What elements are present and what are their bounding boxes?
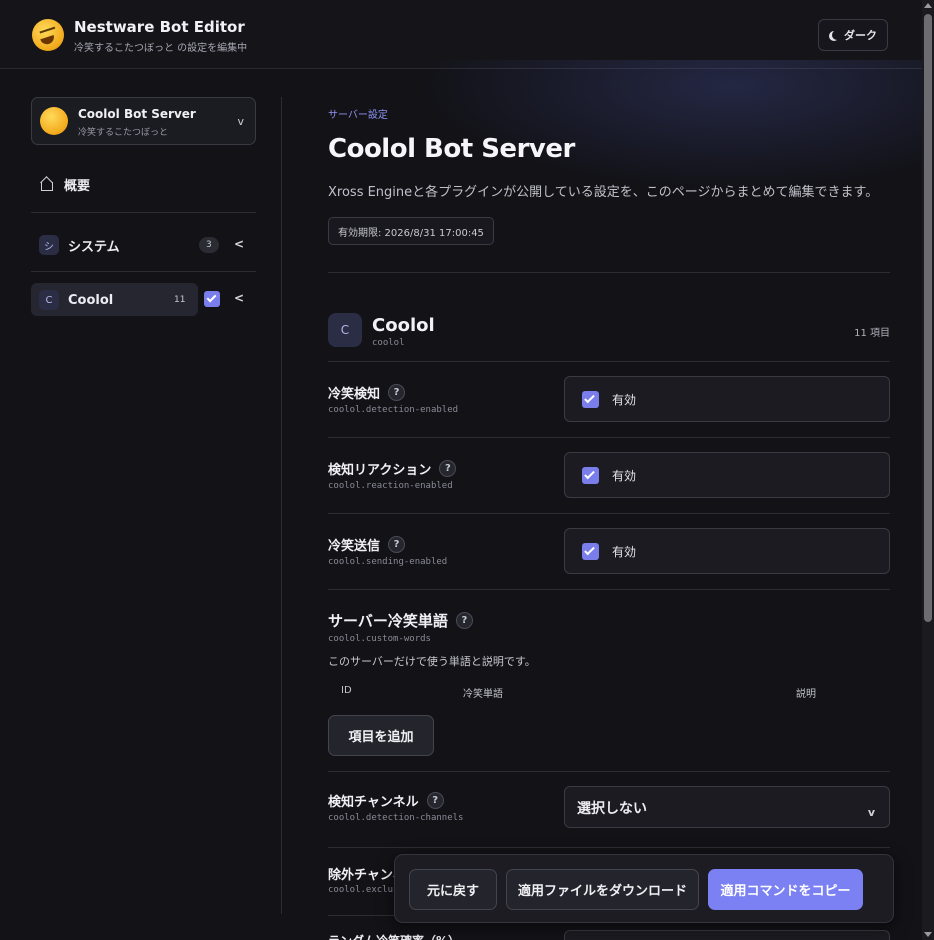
plugin-id: coolol (372, 338, 405, 348)
setting-label-text: 検知チャンネル (328, 795, 419, 810)
setting-key: coolol.detection-enabled (328, 405, 459, 415)
plugin-badge-icon: C (328, 313, 362, 347)
sidebar-divider (31, 212, 256, 213)
page-title: Coolol Bot Server (328, 134, 575, 164)
check-icon (584, 468, 595, 479)
server-name: Coolol Bot Server (78, 107, 196, 121)
checkbox[interactable] (582, 466, 599, 484)
copy-command-button[interactable]: 適用コマンドをコピー (708, 869, 863, 910)
random-probability-input[interactable] (564, 930, 890, 940)
help-icon[interactable]: ? (388, 536, 406, 553)
server-select[interactable]: Coolol Bot Server 冷笑するこたつぼっと v (31, 97, 256, 145)
setting-key: coolol.custom-words (328, 634, 431, 644)
sidebar-item-label: Coolol (68, 292, 114, 308)
plugin-name: Coolol (372, 315, 435, 336)
setting-key: coolol.reaction-enabled (328, 481, 453, 491)
section-divider (328, 272, 890, 273)
help-icon[interactable]: ? (388, 384, 406, 401)
setting-label: 冷笑検知 ? (328, 383, 406, 402)
check-icon (206, 292, 217, 303)
help-icon[interactable]: ? (439, 460, 457, 477)
checkbox-label: 有効 (612, 544, 637, 559)
sidebar-separator (281, 97, 282, 914)
count-badge: 11 (174, 295, 186, 305)
scrollbar-thumb[interactable] (924, 14, 932, 622)
plugin-item-count: 11 項目 (854, 328, 890, 339)
header-glow (420, 60, 934, 190)
setting-divider (328, 513, 890, 514)
checkbox[interactable] (582, 390, 599, 408)
help-icon[interactable]: ? (455, 612, 473, 629)
sidebar-item-label: 概要 (64, 178, 91, 194)
app-title: Nestware Bot Editor (74, 18, 245, 36)
select-value: 選択しない (577, 801, 647, 817)
detection-channels-select[interactable]: 選択しない v (564, 786, 890, 828)
setting-key: coolol.sending-enabled (328, 557, 448, 567)
setting-label-text: 冷笑送信 (328, 539, 381, 554)
column-header-id: ID (341, 685, 352, 696)
detection-enabled-toggle[interactable]: 有効 (564, 376, 890, 422)
expiry-badge: 有効期限: 2026/8/31 17:00:45 (328, 217, 494, 245)
sidebar-item-overview[interactable]: 概要 (40, 173, 90, 195)
moon-icon (832, 30, 842, 40)
page-eyebrow: サーバー設定 (328, 110, 388, 121)
coolol-badge-icon: C (39, 290, 59, 310)
scroll-up-icon[interactable] (924, 3, 932, 8)
setting-divider (328, 361, 890, 362)
action-bar: 元に戻す 適用ファイルをダウンロード 適用コマンドをコピー (394, 854, 894, 923)
scroll-down-icon[interactable] (924, 932, 932, 937)
setting-key: coolol.exclu (328, 885, 394, 895)
setting-label: サーバー冷笑単語 ? (328, 610, 473, 631)
setting-divider (328, 437, 890, 438)
check-icon (584, 544, 595, 555)
theme-toggle-button[interactable]: ダーク (818, 19, 888, 51)
home-icon (40, 178, 54, 191)
setting-divider (328, 847, 890, 848)
plugin-enabled-checkbox[interactable] (204, 291, 220, 307)
setting-label-text: 検知リアクション (328, 463, 432, 478)
setting-label: 検知チャンネル ? (328, 791, 444, 810)
chevron-down-icon: v (237, 115, 244, 128)
top-bar: Nestware Bot Editor 冷笑するこたつぼっと の設定を編集中 ダ… (0, 0, 922, 69)
revert-button[interactable]: 元に戻す (409, 869, 497, 910)
expand-arrow-icon[interactable]: < (234, 291, 244, 305)
sidebar-item-system[interactable]: シ システム (31, 228, 256, 262)
sending-enabled-toggle[interactable]: 有効 (564, 528, 890, 574)
theme-toggle-label: ダーク (844, 29, 877, 42)
chevron-down-icon: v (867, 806, 875, 819)
setting-label-text: サーバー冷笑単語 (328, 612, 448, 630)
download-button[interactable]: 適用ファイルをダウンロード (506, 869, 699, 910)
column-header-word: 冷笑単語 (463, 689, 503, 700)
expand-arrow-icon[interactable]: < (234, 237, 244, 251)
check-icon (584, 392, 595, 403)
page-description: Xross Engineと各プラグインが公開している設定を、このページからまとめ… (328, 185, 879, 200)
sidebar-item-label: システム (68, 239, 120, 255)
setting-label: 冷笑送信 ? (328, 535, 406, 554)
sidebar-divider (31, 271, 256, 272)
setting-description: このサーバーだけで使う単語と説明です。 (328, 655, 536, 668)
checkbox-label: 有効 (612, 468, 637, 483)
system-badge-icon: シ (39, 235, 59, 255)
checkbox[interactable] (582, 542, 599, 560)
help-icon[interactable]: ? (426, 792, 444, 809)
app-subtitle: 冷笑するこたつぼっと の設定を編集中 (74, 43, 248, 54)
reaction-enabled-toggle[interactable]: 有効 (564, 452, 890, 498)
checkbox-label: 有効 (612, 392, 637, 407)
setting-label: ランダム冷笑確率（%） (328, 932, 460, 940)
setting-divider (328, 771, 890, 772)
count-badge: 3 (199, 237, 219, 253)
setting-label-text: ランダム冷笑確率（%） (328, 932, 460, 940)
setting-label-text: 冷笑検知 (328, 387, 381, 402)
server-avatar (40, 107, 68, 135)
server-subtitle: 冷笑するこたつぼっと (78, 128, 169, 138)
setting-divider (328, 589, 890, 590)
laughing-emoji-icon (32, 19, 64, 51)
add-item-button[interactable]: 項目を追加 (328, 715, 434, 756)
setting-key: coolol.detection-channels (328, 813, 464, 823)
setting-label: 検知リアクション ? (328, 459, 457, 478)
column-header-description: 説明 (796, 689, 816, 700)
